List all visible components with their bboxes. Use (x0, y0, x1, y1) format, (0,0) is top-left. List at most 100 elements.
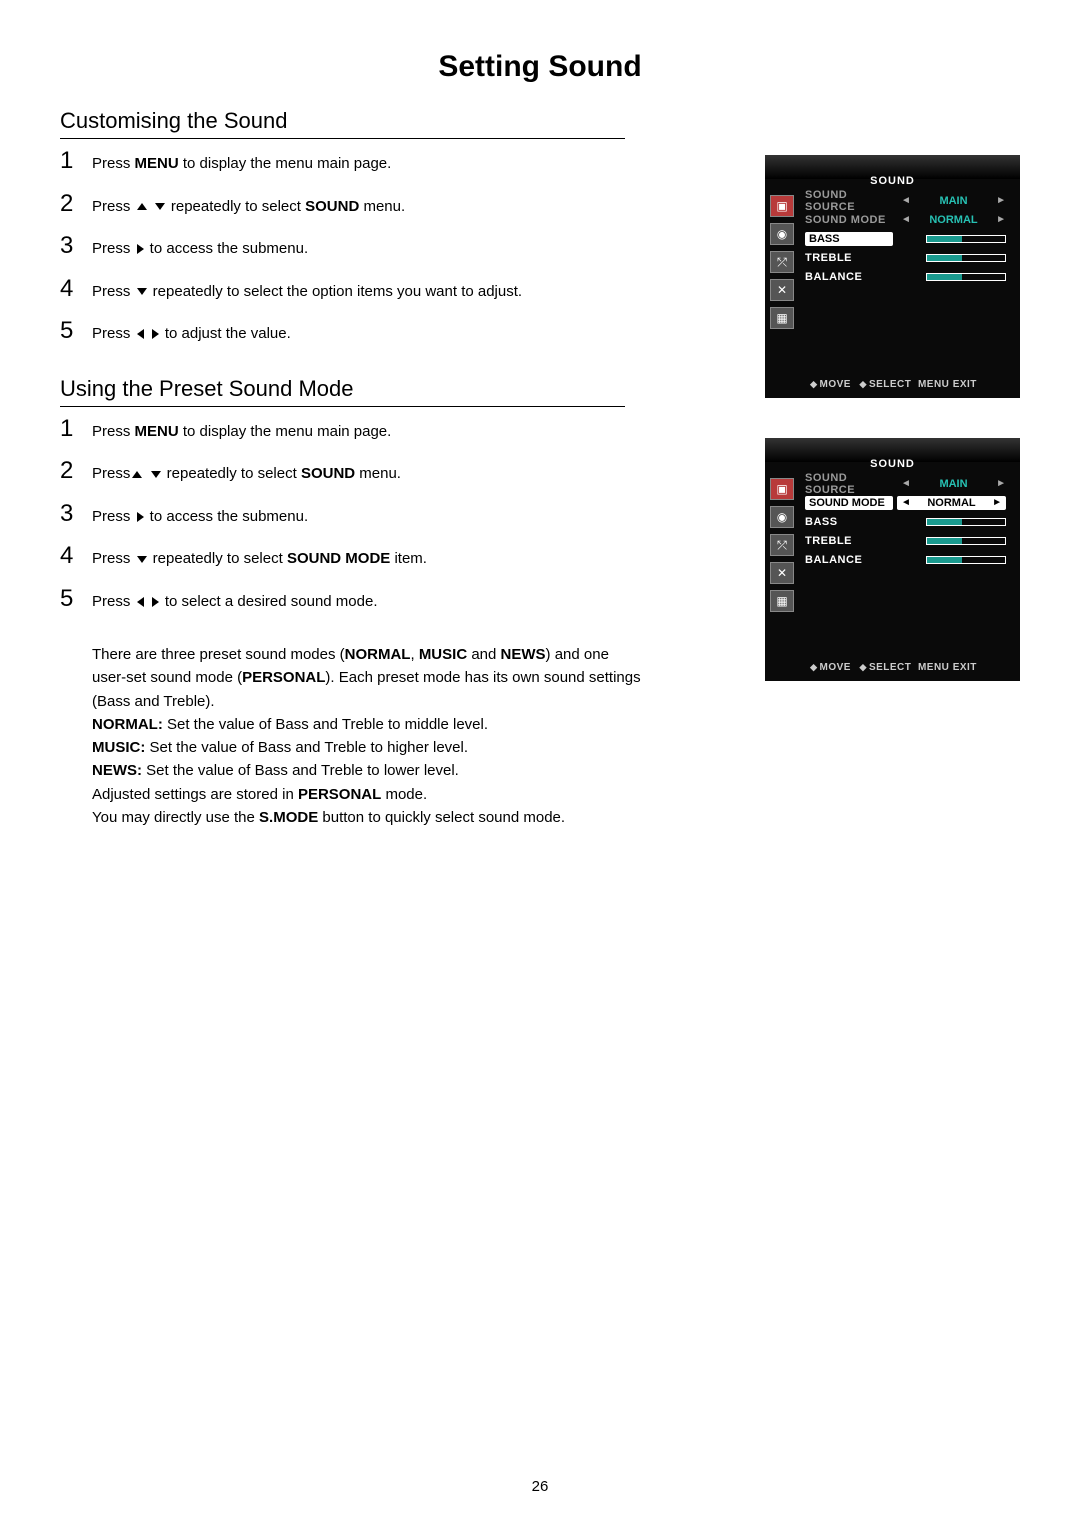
osd-screenshot-2: SOUND ▣ ◉ ⤱ ✕ ▦ SOUND SOURCE ◄MAIN► SOUN… (765, 438, 1020, 681)
step-3-text-b: to access the submenu. (146, 240, 309, 257)
txt: SELECT (869, 662, 911, 673)
bold: PERSONAL (298, 786, 381, 803)
txt: Press (92, 508, 135, 525)
right-icon (152, 329, 159, 339)
channel-tab-icon: ⤱ (770, 251, 794, 273)
slider-icon (926, 518, 1006, 526)
up-icon (132, 471, 142, 478)
bold: MUSIC (419, 646, 467, 663)
txt: Press (92, 423, 135, 440)
txt: to display the menu main page. (179, 423, 392, 440)
txt: repeatedly to select (163, 465, 301, 482)
txt: (Bass and Treble). (92, 690, 742, 713)
txt: button to quickly select sound mode. (318, 809, 565, 826)
osd-title: SOUND (765, 175, 1020, 187)
txt: Set the value of Bass and Treble to lowe… (142, 762, 459, 779)
bold: SOUND (301, 465, 355, 482)
section-1-heading: Customising the Sound (60, 108, 625, 139)
txt: Set the value of Bass and Treble to midd… (163, 716, 488, 733)
setup-tab-icon: ✕ (770, 279, 794, 301)
txt: MENU (918, 379, 949, 390)
osd-row-sound-mode: SOUND MODE ◄NORMAL► (799, 210, 1012, 229)
bold: PERSONAL (242, 669, 325, 686)
bold: MENU (135, 423, 179, 440)
osd-tab-icons: ▣ ◉ ⤱ ✕ ▦ (765, 191, 799, 333)
osd-footer: ◆MOVE ◆SELECT MENU EXIT (765, 379, 1020, 390)
val: NORMAL (911, 497, 992, 509)
slider-icon (926, 273, 1006, 281)
channel-tab-icon: ⤱ (770, 534, 794, 556)
txt: EXIT (953, 379, 977, 390)
txt: MOVE (820, 662, 851, 673)
right-icon (152, 597, 159, 607)
txt: SELECT (869, 379, 911, 390)
sound-mode-explanation: There are three preset sound modes (NORM… (92, 643, 742, 829)
lbl: SOUND MODE (805, 496, 893, 510)
slider-icon (926, 235, 1006, 243)
step-1-text-a: Press (92, 155, 135, 172)
txt: You may directly use the (92, 809, 259, 826)
txt: EXIT (953, 662, 977, 673)
osd-tab-icons: ▣ ◉ ⤱ ✕ ▦ (765, 474, 799, 616)
txt: Press (92, 550, 135, 567)
lbl: BASS (805, 516, 897, 528)
txt: to access the submenu. (146, 508, 309, 525)
right-icon (137, 512, 144, 522)
down-icon (151, 471, 161, 478)
down-icon (137, 556, 147, 563)
down-icon (155, 203, 165, 210)
step-1-bold-menu: MENU (135, 155, 179, 172)
step-2-text-b: repeatedly to select (167, 198, 305, 215)
osd-footer: ◆MOVE ◆SELECT MENU EXIT (765, 662, 1020, 673)
step-5-text-b: to adjust the value. (161, 325, 291, 342)
up-icon (137, 203, 147, 210)
lbl: TREBLE (805, 252, 897, 264)
txt: to select a desired sound mode. (161, 593, 378, 610)
osd-screenshot-1: SOUND ▣ ◉ ⤱ ✕ ▦ SOUND SOURCE ◄MAIN► SOUN… (765, 155, 1020, 398)
val: MAIN (911, 478, 996, 490)
val: MAIN (911, 195, 996, 207)
txt: ). Each preset mode has its own sound se… (325, 669, 640, 686)
lbl: SOUND SOURCE (805, 472, 897, 496)
left-icon (137, 329, 144, 339)
txt: MENU (918, 662, 949, 673)
step-2-text-a: Press (92, 198, 135, 215)
step-5-text-a: Press (92, 325, 135, 342)
osd-row-treble: TREBLE (799, 248, 1012, 267)
page-number: 26 (0, 1478, 1080, 1495)
txt: and (467, 646, 500, 663)
down-icon (137, 288, 147, 295)
txt: Adjusted settings are stored in (92, 786, 298, 803)
sound-tab-icon: ◉ (770, 506, 794, 528)
txt: item. (390, 550, 427, 567)
slider-icon (926, 556, 1006, 564)
lbl: SOUND SOURCE (805, 189, 897, 213)
txt: There are three preset sound modes ( (92, 646, 345, 663)
step-1-text-b: to display the menu main page. (179, 155, 392, 172)
txt: , (410, 646, 418, 663)
picture-tab-icon: ▣ (770, 195, 794, 217)
osd-row-sound-source: SOUND SOURCE ◄MAIN► (799, 474, 1012, 493)
bold: MUSIC: (92, 739, 145, 756)
step-2-text-c: menu. (359, 198, 405, 215)
step-3-text-a: Press (92, 240, 135, 257)
lbl: BALANCE (805, 271, 897, 283)
step-4-text-a: Press (92, 283, 135, 300)
pip-tab-icon: ▦ (770, 590, 794, 612)
txt: Press (92, 593, 135, 610)
section-2-heading: Using the Preset Sound Mode (60, 376, 625, 407)
txt: user-set sound mode ( (92, 669, 242, 686)
bold: S.MODE (259, 809, 318, 826)
slider-icon (926, 254, 1006, 262)
txt: mode. (381, 786, 427, 803)
txt: menu. (355, 465, 401, 482)
bold: NEWS (501, 646, 546, 663)
osd-row-balance: BALANCE (799, 550, 1012, 569)
setup-tab-icon: ✕ (770, 562, 794, 584)
lbl: SOUND MODE (805, 214, 897, 226)
osd-title: SOUND (765, 458, 1020, 470)
osd-row-bass-highlighted: BASS (799, 229, 1012, 248)
picture-tab-icon: ▣ (770, 478, 794, 500)
lbl: BALANCE (805, 554, 897, 566)
osd-row-bass: BASS (799, 512, 1012, 531)
